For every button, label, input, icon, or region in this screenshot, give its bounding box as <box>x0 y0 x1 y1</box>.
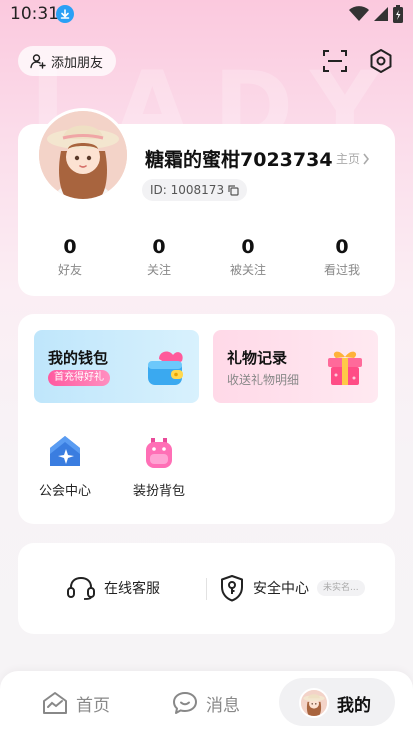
copy-icon <box>228 184 239 196</box>
stat-following[interactable]: 0 关注 <box>124 236 194 278</box>
add-person-icon <box>30 54 46 69</box>
message-icon <box>173 692 197 714</box>
wifi-icon <box>349 6 369 21</box>
tab-me[interactable]: 我的 <box>299 688 371 718</box>
customer-service-label: 在线客服 <box>104 581 160 597</box>
avatar <box>299 688 329 718</box>
scan-button[interactable] <box>322 48 348 74</box>
customer-service-button[interactable]: 在线客服 <box>66 574 160 602</box>
user-id-text: ID: 1008173 <box>150 183 225 197</box>
stat-value: 0 <box>63 236 77 258</box>
add-friend-button[interactable]: 添加朋友 <box>18 46 116 76</box>
stat-followers[interactable]: 0 被关注 <box>213 236 283 278</box>
stat-value: 0 <box>152 236 166 258</box>
settings-icon <box>370 49 392 73</box>
backpack-icon <box>146 438 172 468</box>
wallet-tile[interactable]: 我的钱包 首充得好礼 <box>34 330 199 403</box>
tab-messages-label: 消息 <box>206 695 240 716</box>
unverified-badge: 未实名... <box>317 580 365 596</box>
tab-home[interactable]: 首页 <box>42 688 110 718</box>
stat-value: 0 <box>335 236 349 258</box>
scan-icon <box>323 50 347 72</box>
battery-icon <box>393 5 403 23</box>
shield-key-icon <box>221 575 243 602</box>
gift-title: 礼物记录 <box>227 349 288 367</box>
signal-icon <box>374 7 388 21</box>
tab-messages[interactable]: 消息 <box>172 688 240 718</box>
guild-icon <box>50 436 80 466</box>
guild-center-label: 公会中心 <box>38 484 91 499</box>
security-center-button[interactable]: 安全中心 未实名... <box>219 574 365 602</box>
stat-label: 看过我 <box>323 263 360 277</box>
wallet-title: 我的钱包 <box>48 349 109 367</box>
stat-visitors[interactable]: 0 看过我 <box>307 236 377 278</box>
status-time: 10:31 <box>10 4 59 24</box>
avatar[interactable] <box>36 108 130 202</box>
divider <box>206 578 207 600</box>
stat-friends[interactable]: 0 好友 <box>35 236 105 278</box>
headset-icon <box>67 576 95 600</box>
stat-label: 好友 <box>57 263 82 277</box>
gift-records-tile[interactable]: 礼物记录 收送礼物明细 <box>213 330 378 403</box>
guild-center-item[interactable]: 公会中心 <box>30 434 100 499</box>
download-icon <box>56 5 74 23</box>
status-icons <box>349 5 403 23</box>
security-center-label: 安全中心 <box>253 581 309 597</box>
home-icon <box>43 692 67 714</box>
chevron-right-icon <box>363 153 370 164</box>
status-bar: 10:31 <box>0 0 413 28</box>
home-page-link[interactable]: 主页 <box>336 150 370 167</box>
tab-me-label: 我的 <box>337 695 371 716</box>
add-friend-label: 添加朋友 <box>51 55 104 71</box>
tab-home-label: 首页 <box>76 695 110 716</box>
stat-value: 0 <box>241 236 255 258</box>
gift-subtitle: 收送礼物明细 <box>227 373 300 387</box>
home-link-label: 主页 <box>336 152 361 166</box>
wallet-promo-badge: 首充得好礼 <box>48 370 110 386</box>
outfit-backpack-item[interactable]: 装扮背包 <box>124 434 194 499</box>
nickname: 糖霜的蜜柑7023734 <box>145 149 333 171</box>
stat-label: 被关注 <box>229 263 266 277</box>
settings-button[interactable] <box>368 48 394 74</box>
outfit-backpack-label: 装扮背包 <box>132 484 185 499</box>
user-id-badge[interactable]: ID: 1008173 <box>142 179 248 201</box>
wallet-icon <box>148 351 183 385</box>
gift-icon <box>328 351 362 385</box>
stat-label: 关注 <box>146 263 171 277</box>
